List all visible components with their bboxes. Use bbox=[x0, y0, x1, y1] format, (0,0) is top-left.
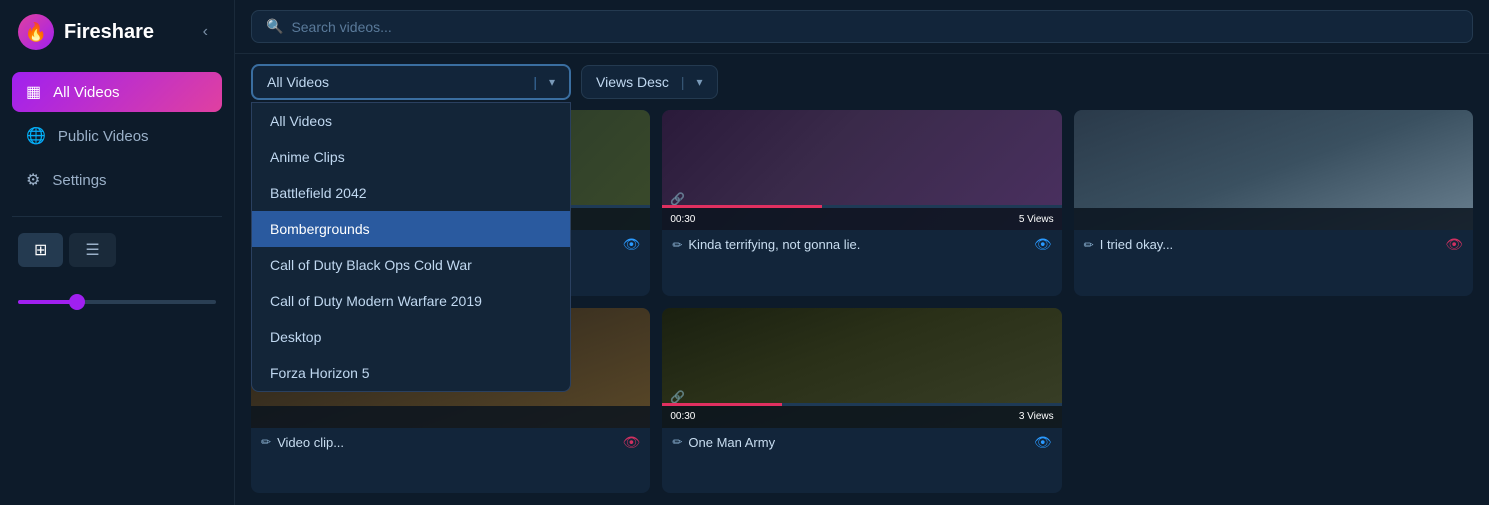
search-input[interactable] bbox=[291, 19, 1458, 35]
sort-button[interactable]: Views Desc | ▾ bbox=[581, 65, 718, 99]
video-info: ✏ Kinda terrifying, not gonna lie. 👁 bbox=[662, 230, 1061, 259]
sidebar-item-all-videos-label: All Videos bbox=[53, 84, 119, 101]
gear-icon: ⚙ bbox=[26, 170, 40, 190]
visibility-icon[interactable]: 👁 bbox=[623, 236, 641, 253]
duration-badge: 00:30 bbox=[670, 214, 695, 225]
sidebar: 🔥 Fireshare ‹ ▦ All Videos 🌐 Public Vide… bbox=[0, 0, 235, 505]
search-icon: 🔍 bbox=[266, 18, 283, 35]
video-bottom-bar: 00:30 5 Views bbox=[662, 208, 1061, 230]
list-view-button[interactable]: ☰ bbox=[69, 233, 115, 267]
sort-label: Views Desc bbox=[596, 74, 669, 90]
filter-dropdown-menu: All Videos Anime Clips Battlefield 2042 … bbox=[251, 102, 571, 392]
video-title: Kinda terrifying, not gonna lie. bbox=[688, 237, 860, 252]
topbar: 🔍 bbox=[235, 0, 1489, 54]
video-bottom-bar: 00:30 3 Views bbox=[662, 406, 1061, 428]
sort-separator: | bbox=[681, 74, 685, 90]
video-info: ✏ I tried okay... 👁 bbox=[1074, 230, 1473, 259]
dropdown-item-forza-horizon-5[interactable]: Forza Horizon 5 bbox=[252, 355, 570, 391]
video-card[interactable]: 🔗 00:30 3 Views ✏ One Man Army 👁 bbox=[662, 308, 1061, 494]
filter-dropdown-button[interactable]: All Videos | ▾ bbox=[251, 64, 571, 100]
views-badge: 5 Views bbox=[1019, 214, 1054, 225]
video-thumbnail: 🔗 00:30 3 Views bbox=[662, 308, 1061, 428]
fireshare-logo-icon: 🔥 bbox=[18, 14, 54, 50]
search-box: 🔍 bbox=[251, 10, 1473, 43]
dropdown-item-battlefield-2042[interactable]: Battlefield 2042 bbox=[252, 175, 570, 211]
sidebar-logo: 🔥 Fireshare ‹ bbox=[0, 0, 234, 64]
visibility-icon[interactable]: 👁 bbox=[1034, 434, 1052, 451]
view-toggle: ⊞ ☰ bbox=[0, 225, 234, 275]
sidebar-item-settings-label: Settings bbox=[52, 172, 106, 189]
video-card[interactable]: 🔗 00:30 5 Views ✏ Kinda terrifying, not … bbox=[662, 110, 1061, 296]
size-slider-container bbox=[0, 279, 234, 321]
video-title: I tried okay... bbox=[1100, 237, 1173, 252]
video-card[interactable]: ✏ I tried okay... 👁 bbox=[1074, 110, 1473, 296]
video-info: ✏ One Man Army 👁 bbox=[662, 428, 1061, 457]
collapse-sidebar-button[interactable]: ‹ bbox=[195, 19, 216, 45]
sidebar-nav: ▦ All Videos 🌐 Public Videos ⚙ Settings bbox=[0, 64, 234, 208]
main-content: 🔍 All Videos | ▾ All Videos Anime Clips … bbox=[235, 0, 1489, 505]
video-info: ✏ Video clip... 👁 bbox=[251, 428, 650, 457]
filter-row: All Videos | ▾ All Videos Anime Clips Ba… bbox=[235, 54, 1489, 110]
dropdown-item-cod-mw2019[interactable]: Call of Duty Modern Warfare 2019 bbox=[252, 283, 570, 319]
dropdown-item-all-videos[interactable]: All Videos bbox=[252, 103, 570, 139]
views-badge: 3 Views bbox=[1019, 411, 1054, 422]
sidebar-item-settings[interactable]: ⚙ Settings bbox=[12, 160, 222, 200]
grid-view-button[interactable]: ⊞ bbox=[18, 233, 63, 267]
dropdown-item-bombergrounds[interactable]: Bombergrounds bbox=[252, 211, 570, 247]
video-thumbnail bbox=[1074, 110, 1473, 230]
sidebar-divider bbox=[12, 216, 222, 217]
video-bottom-bar bbox=[1074, 208, 1473, 230]
filter-current-value: All Videos bbox=[267, 74, 521, 90]
globe-icon: 🌐 bbox=[26, 126, 46, 146]
dropdown-item-desktop[interactable]: Desktop bbox=[252, 319, 570, 355]
filter-chevron-down-icon: ▾ bbox=[549, 75, 555, 89]
sidebar-item-public-videos-label: Public Videos bbox=[58, 128, 149, 145]
dropdown-item-anime-clips[interactable]: Anime Clips bbox=[252, 139, 570, 175]
filter-separator: | bbox=[533, 74, 537, 90]
sidebar-item-public-videos[interactable]: 🌐 Public Videos bbox=[12, 116, 222, 156]
dropdown-item-cod-bocw[interactable]: Call of Duty Black Ops Cold War bbox=[252, 247, 570, 283]
edit-icon: ✏ bbox=[672, 238, 682, 252]
edit-icon: ✏ bbox=[261, 435, 271, 449]
video-title: Video clip... bbox=[277, 435, 344, 450]
filter-dropdown: All Videos | ▾ All Videos Anime Clips Ba… bbox=[251, 64, 571, 100]
grid-icon: ▦ bbox=[26, 82, 41, 102]
sort-chevron-down-icon: ▾ bbox=[697, 75, 703, 89]
video-title: One Man Army bbox=[688, 435, 775, 450]
size-slider[interactable] bbox=[18, 300, 216, 304]
video-thumbnail: 🔗 00:30 5 Views bbox=[662, 110, 1061, 230]
edit-icon: ✏ bbox=[672, 435, 682, 449]
video-bottom-bar bbox=[251, 406, 650, 428]
visibility-icon[interactable]: 👁 bbox=[1034, 236, 1052, 253]
edit-icon: ✏ bbox=[1084, 238, 1094, 252]
app-title: Fireshare bbox=[64, 21, 154, 44]
visibility-icon[interactable]: 👁 bbox=[623, 434, 641, 451]
visibility-icon[interactable]: 👁 bbox=[1445, 236, 1463, 253]
duration-badge: 00:30 bbox=[670, 411, 695, 422]
sidebar-item-all-videos[interactable]: ▦ All Videos bbox=[12, 72, 222, 112]
